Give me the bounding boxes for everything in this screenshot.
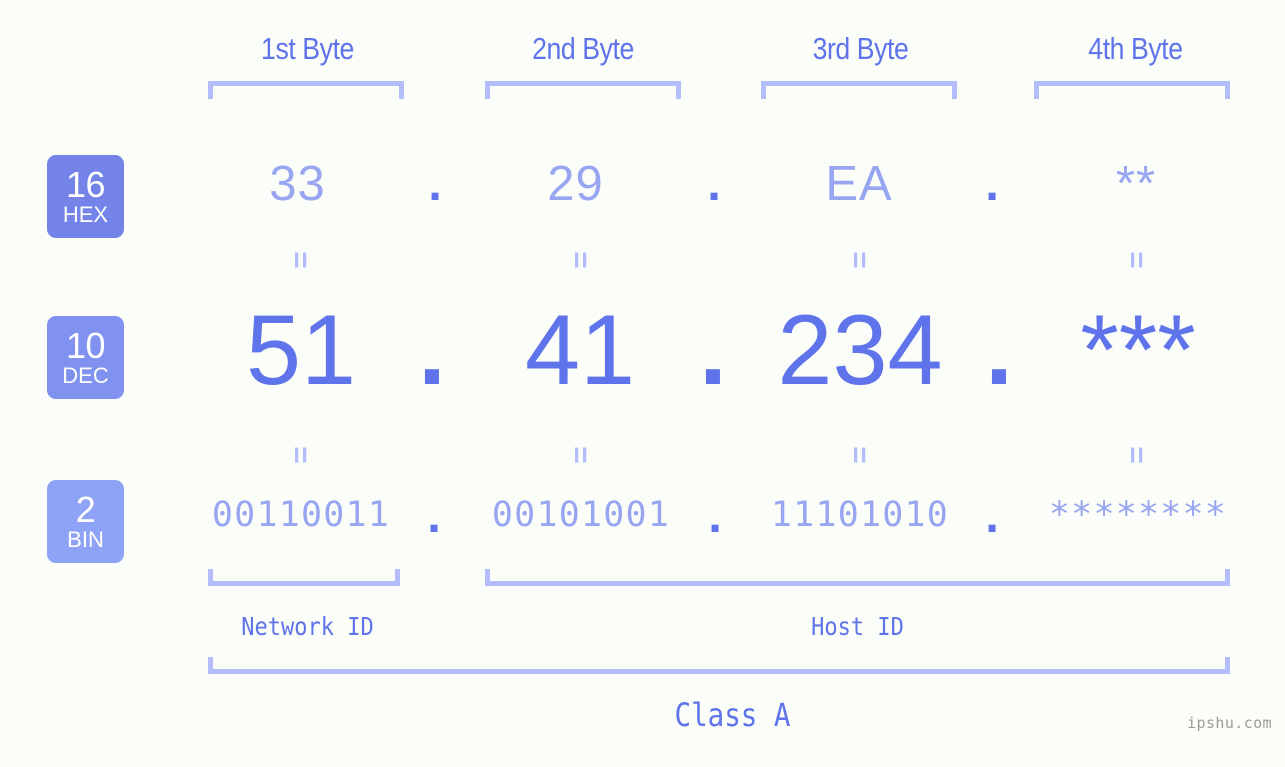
- equals-icon-dec-bin-1: =: [284, 446, 317, 464]
- dec-byte-1: 51: [245, 294, 357, 405]
- network-id-label: Network ID: [241, 612, 374, 641]
- hex-separator-1: .: [428, 157, 442, 211]
- dec-byte-3: 234: [777, 294, 943, 405]
- bin-byte-4: ********: [1048, 495, 1228, 535]
- equals-icon-hex-dec-1: =: [284, 251, 317, 269]
- hex-byte-1: 33: [269, 157, 326, 211]
- bin-separator-1: .: [427, 489, 441, 543]
- equals-icon-hex-dec-4: =: [1120, 251, 1153, 269]
- site-watermark: ipshu.com: [1187, 714, 1272, 732]
- byte-bracket-4: [1034, 81, 1230, 99]
- host-id-bracket: [485, 569, 1230, 586]
- dec-separator-1: .: [418, 294, 446, 405]
- base-badge-bin-name: BIN: [67, 527, 104, 552]
- base-badge-bin-number: 2: [75, 489, 96, 530]
- class-bracket: [208, 657, 1230, 674]
- bin-byte-2: 00101001: [491, 495, 671, 535]
- base-badge-hex-name: HEX: [62, 202, 109, 227]
- bin-byte-3: 11101010: [770, 495, 950, 535]
- dec-byte-4: ***: [1080, 294, 1196, 405]
- class-label: Class A: [674, 696, 791, 734]
- bin-separator-3: .: [985, 489, 999, 543]
- base-badge-hex: 16 HEX: [47, 155, 124, 238]
- base-badge-dec-number: 10: [65, 325, 106, 366]
- byte-bracket-1: [208, 81, 404, 99]
- dec-separator-2: .: [699, 294, 727, 405]
- hex-separator-3: .: [985, 157, 999, 211]
- base-badge-dec: 10 DEC: [47, 316, 124, 399]
- base-badge-dec-name: DEC: [62, 363, 109, 388]
- hex-byte-2: 29: [547, 157, 604, 211]
- byte-header-2: 2nd Byte: [532, 31, 634, 66]
- host-id-label: Host ID: [811, 612, 904, 641]
- hex-byte-4: **: [1115, 157, 1157, 211]
- equals-icon-dec-bin-2: =: [564, 446, 597, 464]
- byte-bracket-3: [761, 81, 957, 99]
- equals-icon-dec-bin-4: =: [1120, 446, 1153, 464]
- byte-bracket-2: [485, 81, 681, 99]
- byte-header-1: 1st Byte: [261, 31, 354, 66]
- byte-header-4: 4th Byte: [1088, 31, 1183, 66]
- equals-icon-hex-dec-3: =: [843, 251, 876, 269]
- equals-icon-dec-bin-3: =: [843, 446, 876, 464]
- hex-byte-3: EA: [825, 157, 893, 211]
- bin-separator-2: .: [708, 489, 722, 543]
- equals-icon-hex-dec-2: =: [564, 251, 597, 269]
- base-badge-bin: 2 BIN: [47, 480, 124, 563]
- network-id-bracket: [208, 569, 400, 586]
- hex-separator-2: .: [707, 157, 721, 211]
- bin-byte-1: 00110011: [211, 495, 391, 535]
- base-badge-hex-number: 16: [65, 164, 106, 205]
- dec-byte-2: 41: [524, 294, 636, 405]
- byte-header-3: 3rd Byte: [812, 31, 909, 66]
- ip-byte-breakdown-diagram: 1st Byte 2nd Byte 3rd Byte 4th Byte 16 H…: [0, 0, 1285, 767]
